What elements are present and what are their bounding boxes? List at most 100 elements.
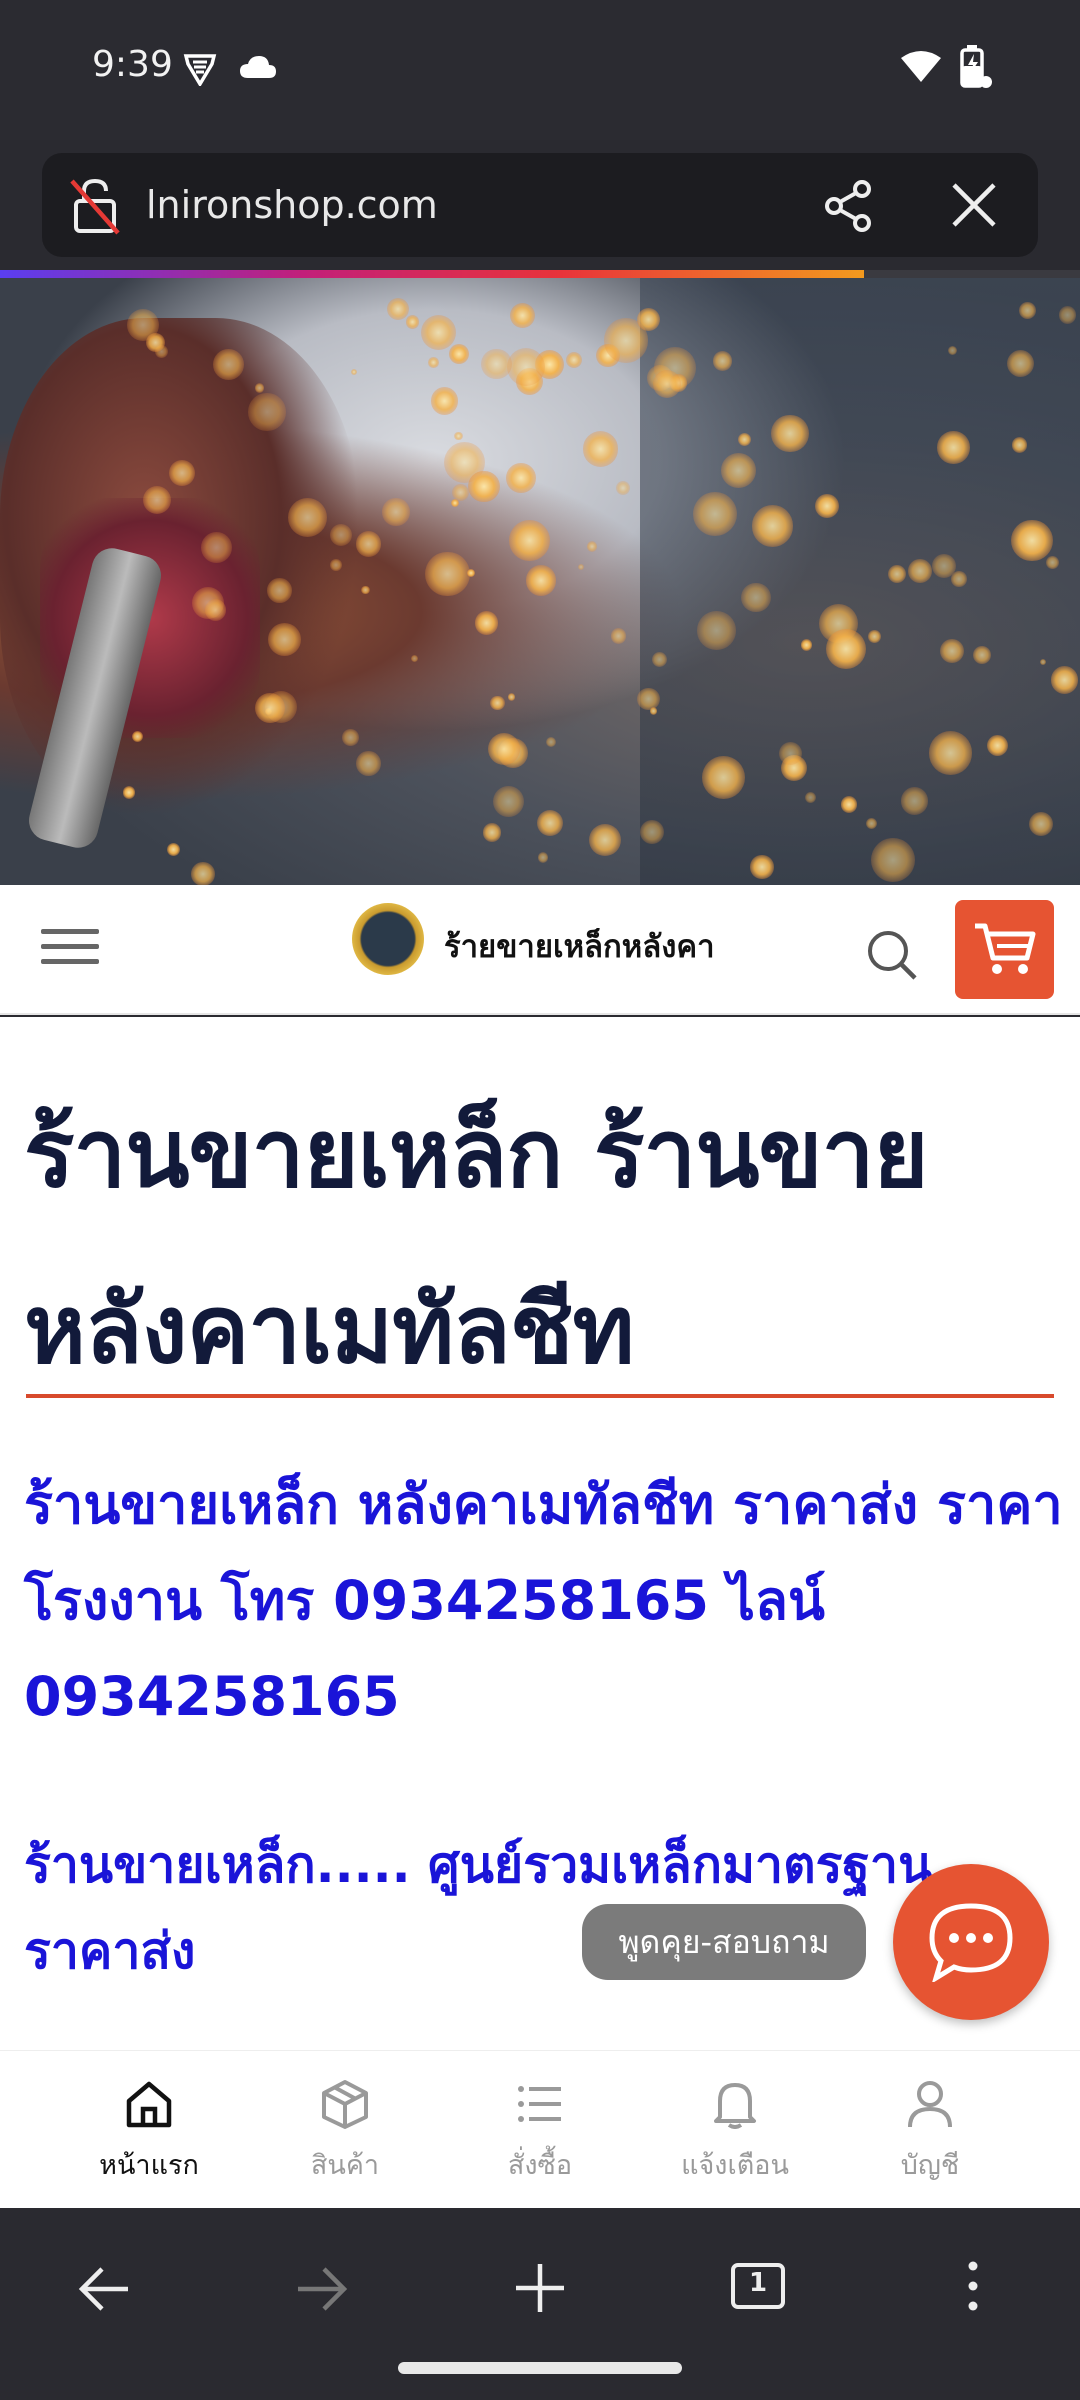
spark-particle: [420, 314, 456, 350]
share-icon[interactable]: [822, 179, 876, 237]
spark-particle: [616, 480, 631, 495]
spark-particle: [900, 787, 929, 815]
spark-particle: [248, 393, 287, 432]
spark-particle: [825, 628, 866, 669]
url-text[interactable]: lnironshop.com: [146, 183, 438, 227]
spark-particle: [702, 756, 745, 800]
spark-particle: [481, 348, 512, 379]
spark-particle: [973, 645, 992, 664]
home-indicator[interactable]: [398, 2362, 682, 2374]
bell-icon: [714, 2083, 756, 2129]
spark-particle: [840, 795, 858, 813]
spark-particle: [350, 368, 358, 376]
spark-particle: [804, 791, 816, 803]
spark-particle: [122, 786, 136, 799]
spark-particle: [386, 298, 409, 320]
spark-particle: [405, 315, 420, 329]
nav-label: สั่งซื้อ: [507, 2150, 573, 2181]
forward-arrow-icon[interactable]: [296, 2266, 348, 2316]
spark-particle: [588, 823, 622, 857]
spark-particle: [565, 351, 582, 368]
spark-particle: [697, 611, 736, 650]
spark-particle: [800, 639, 812, 651]
spark-particle: [814, 493, 839, 518]
spark-particle: [577, 563, 584, 570]
back-arrow-icon[interactable]: [78, 2266, 130, 2316]
shop-logo[interactable]: [352, 903, 424, 975]
spark-particle: [430, 387, 459, 415]
site-name[interactable]: ร้ายขายเหล็กหลังคา: [444, 921, 715, 971]
list-icon: [518, 2086, 561, 2122]
spark-particle: [361, 586, 370, 595]
spark-particle: [190, 862, 215, 885]
spark-particle: [692, 491, 738, 536]
nav-label: หน้าแรก: [99, 2150, 199, 2181]
user-icon: [908, 2081, 952, 2128]
spark-particle: [509, 520, 550, 562]
spark-particle: [507, 692, 516, 701]
chat-button[interactable]: [893, 1864, 1049, 2020]
battery-charging-icon: [956, 44, 992, 94]
spark-particle: [509, 302, 535, 328]
nav-item-account[interactable]: บัญชี: [855, 2051, 1005, 2209]
spark-particle: [492, 785, 524, 818]
spark-particle: [582, 431, 618, 467]
spark-particle: [342, 728, 360, 746]
status-bar: 9:39: [0, 0, 1080, 140]
spark-particle: [525, 565, 557, 596]
spark-particle: [255, 383, 265, 393]
new-tab-plus-icon[interactable]: [514, 2262, 566, 2318]
nav-item-orders[interactable]: สั่งซื้อ: [465, 2051, 615, 2209]
spark-particle: [712, 351, 733, 371]
spark-particle: [937, 431, 970, 464]
spark-particle: [355, 531, 381, 557]
cart-button[interactable]: [955, 900, 1054, 999]
spark-particle: [142, 485, 171, 514]
spark-particle: [330, 559, 342, 571]
spark-particle: [741, 582, 771, 613]
nav-item-home[interactable]: หน้าแรก: [74, 2051, 224, 2209]
spark-particle: [382, 498, 410, 526]
spark-particle: [356, 751, 381, 776]
box-icon: [322, 2080, 368, 2129]
tab-count: 1: [748, 2268, 768, 2298]
search-icon[interactable]: [866, 929, 918, 985]
menu-icon[interactable]: [41, 929, 99, 974]
insecure-lock-icon[interactable]: [68, 177, 122, 239]
chat-label[interactable]: พูดคุย-สอบถาม: [582, 1904, 866, 1980]
spark-particle: [868, 630, 881, 644]
spark-particle: [474, 611, 499, 635]
nav-item-notifications[interactable]: แจ้งเตือน: [660, 2051, 810, 2209]
spark-particle: [537, 809, 564, 836]
subheading-contact: ร้านขายเหล็ก หลังคาเมทัลชีท ราคาส่ง ราคา…: [24, 1473, 1063, 1728]
url-bar[interactable]: lnironshop.com: [42, 153, 1038, 257]
nav-item-products[interactable]: สินค้า: [270, 2051, 420, 2209]
spark-particle: [1011, 437, 1028, 453]
spark-particle: [167, 842, 181, 856]
spark-particle: [649, 707, 658, 715]
vpn-shield-icon: [182, 50, 218, 90]
nav-label: แจ้งเตือน: [681, 2150, 789, 2181]
close-icon[interactable]: [950, 181, 998, 233]
spark-particle: [454, 431, 463, 441]
spark-particle: [450, 499, 459, 508]
more-options-icon[interactable]: [966, 2260, 980, 2316]
spark-particle: [127, 308, 160, 341]
spark-particle: [720, 453, 756, 489]
cart-icon: [975, 923, 1036, 974]
spark-particle: [537, 852, 549, 864]
spark-particle: [254, 693, 285, 724]
tab-switcher-button[interactable]: 1: [730, 2262, 786, 2314]
site-header: ร้ายขายเหล็กหลังคา: [0, 885, 1080, 1015]
spark-particle: [466, 568, 475, 577]
spark-particle: [201, 531, 233, 563]
spark-particle: [506, 462, 536, 493]
spark-particle: [428, 357, 439, 368]
spark-particle: [928, 731, 972, 775]
spark-particle: [610, 628, 627, 644]
spark-particle: [1019, 302, 1036, 319]
spark-particle: [449, 344, 470, 365]
page-title: ร้านขายเหล็ก ร้านขายหลังคาเมทัลชีท: [24, 1100, 929, 1385]
spark-particle: [425, 552, 470, 597]
spark-particle: [750, 855, 774, 879]
